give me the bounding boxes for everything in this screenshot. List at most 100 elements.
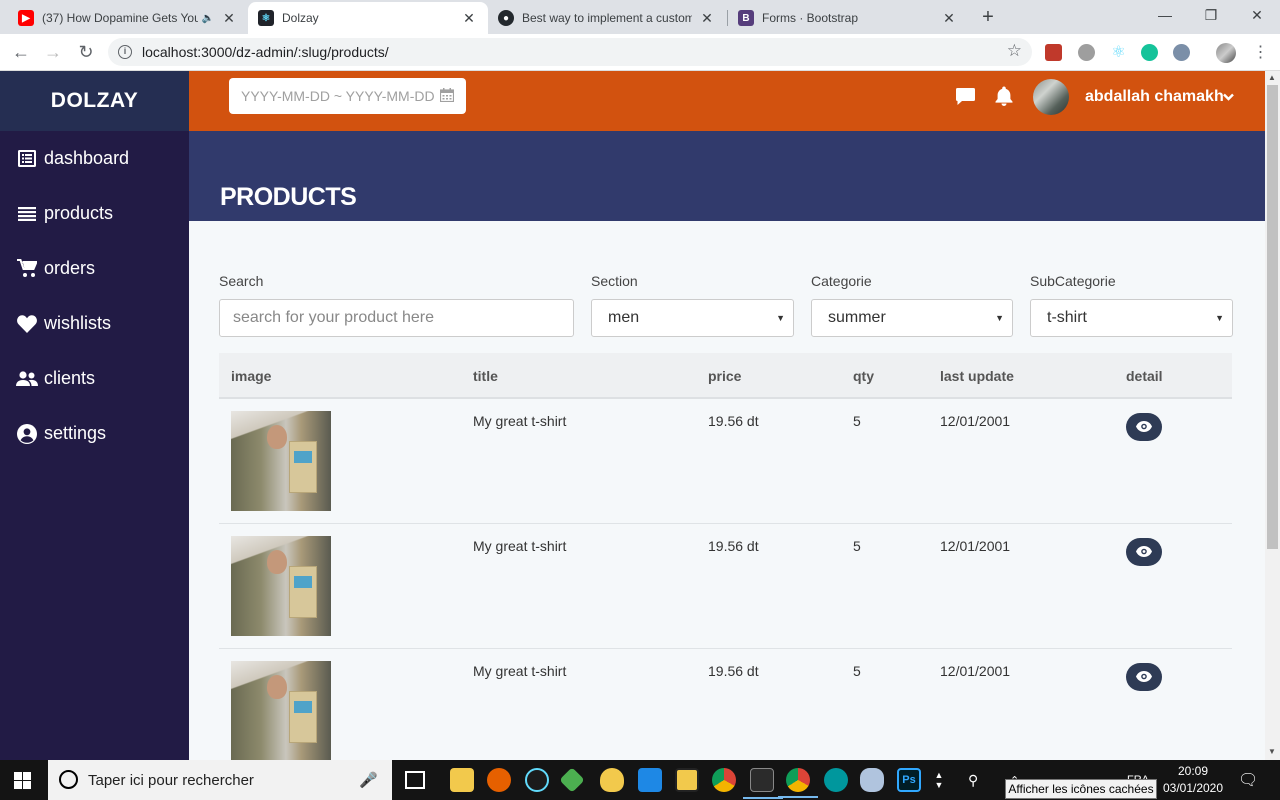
close-window-button[interactable]: ✕ (1234, 4, 1280, 28)
product-title: My great t-shirt (473, 413, 567, 429)
speaker-icon[interactable]: 🔈 (202, 13, 214, 24)
table-row[interactable]: My great t-shirt 19.56 dt 5 12/01/2001 (219, 399, 1232, 524)
user-circle-icon (16, 423, 38, 444)
taskbar-scroll[interactable]: ▲ ▼ (933, 760, 945, 800)
people-icon[interactable]: ⚲ (968, 760, 978, 800)
close-tab-icon[interactable]: ✕ (940, 10, 958, 27)
product-last-update: 12/01/2001 (940, 538, 1011, 554)
chrome-icon[interactable] (778, 768, 818, 798)
close-tab-icon[interactable]: ✕ (460, 10, 478, 27)
column-header-detail[interactable]: detail (1126, 368, 1163, 384)
table-row[interactable]: My great t-shirt 19.56 dt 5 12/01/2001 (219, 524, 1232, 649)
new-tab-button[interactable]: + (978, 5, 998, 29)
product-title: My great t-shirt (473, 538, 567, 554)
app-icon[interactable] (559, 767, 585, 793)
subcategorie-select[interactable]: t-shirt ▼ (1030, 299, 1233, 337)
column-header-image[interactable]: image (231, 368, 271, 384)
system-clock[interactable]: 20:09 03/01/2020 (1162, 763, 1224, 797)
column-header-title[interactable]: title (473, 368, 498, 384)
sidebar-item-wishlists[interactable]: wishlists (0, 296, 189, 351)
product-qty: 5 (853, 413, 861, 429)
github-icon: ● (498, 10, 514, 26)
user-name[interactable]: abdallah chamakh (1085, 88, 1224, 106)
app-icon[interactable] (600, 768, 624, 792)
taskbar-search-box[interactable]: Taper ici pour rechercher 🎤 (48, 760, 392, 800)
eye-icon (1136, 544, 1152, 560)
browser-tab-github[interactable]: ● Best way to implement a custom ✕ (488, 2, 726, 34)
info-icon[interactable]: i (118, 45, 132, 59)
close-tab-icon[interactable]: ✕ (220, 10, 238, 27)
product-image[interactable] (231, 661, 331, 760)
chrome-canary-icon[interactable] (712, 768, 736, 792)
restore-button[interactable]: ❐ (1188, 4, 1234, 28)
notification-icon[interactable]: 🗨 (1238, 760, 1258, 800)
view-detail-button[interactable] (1126, 538, 1162, 566)
app-icon[interactable] (860, 768, 884, 792)
terminal-icon[interactable] (743, 768, 783, 799)
address-bar[interactable]: i localhost:3000/dz-admin/:slug/products… (108, 38, 1032, 66)
scroll-up-icon[interactable]: ▲ (1268, 73, 1276, 82)
extension-icon[interactable] (1173, 44, 1190, 61)
microphone-icon[interactable]: 🎤 (359, 771, 378, 789)
view-detail-button[interactable] (1126, 413, 1162, 441)
file-explorer-icon[interactable] (450, 768, 474, 792)
categorie-select[interactable]: summer ▼ (811, 299, 1013, 337)
firefox-icon[interactable] (487, 768, 511, 792)
view-detail-button[interactable] (1126, 663, 1162, 691)
taskbar-search-placeholder: Taper ici pour rechercher (88, 771, 254, 789)
menu-dots-icon[interactable]: ⋮ (1252, 44, 1269, 61)
dropdown-arrow-icon: ▼ (1215, 313, 1224, 323)
bell-icon[interactable] (995, 86, 1013, 109)
search-input[interactable]: search for your product here (219, 299, 574, 337)
browser-tab-bootstrap[interactable]: B Forms · Bootstrap ✕ (728, 2, 968, 34)
section-select[interactable]: men ▼ (591, 299, 794, 337)
search-label: Search (219, 273, 264, 289)
date-range-picker[interactable]: YYYY-MM-DD ~ YYYY-MM-DD (229, 78, 466, 114)
sidebar-item-orders[interactable]: orders (0, 241, 189, 296)
sidebar-item-clients[interactable]: clients (0, 351, 189, 406)
page-scrollbar[interactable]: ▲ ▼ (1265, 71, 1280, 760)
grammarly-icon[interactable] (1141, 44, 1158, 61)
atom-icon[interactable] (525, 768, 549, 792)
user-avatar[interactable] (1033, 79, 1069, 115)
back-icon[interactable]: ← (10, 41, 32, 63)
product-image[interactable] (231, 411, 331, 511)
column-header-last-update[interactable]: last update (940, 368, 1014, 384)
column-header-qty[interactable]: qty (853, 368, 874, 384)
sidebar-item-products[interactable]: products (0, 186, 189, 241)
photoshop-icon[interactable]: Ps (897, 768, 921, 792)
forward-icon[interactable]: → (42, 41, 64, 63)
chevron-down-icon[interactable] (1223, 88, 1234, 104)
section-value: men (608, 309, 640, 326)
reload-icon[interactable]: ↻ (75, 41, 97, 63)
browser-tab-dolzay[interactable]: ⚛ Dolzay ✕ (248, 2, 488, 34)
arduino-icon[interactable] (824, 768, 848, 792)
windows-start-icon[interactable] (14, 772, 31, 789)
minimize-button[interactable]: — (1142, 4, 1188, 28)
sidebar-item-dashboard[interactable]: dashboard (0, 131, 189, 186)
sidebar-item-label: wishlists (44, 313, 112, 333)
task-view-icon[interactable] (405, 771, 425, 789)
bookmark-star-icon[interactable]: ☆ (1007, 41, 1022, 61)
app-icon[interactable] (675, 768, 699, 792)
table-row[interactable]: My great t-shirt 19.56 dt 5 12/01/2001 (219, 649, 1232, 760)
sidebar-item-settings[interactable]: settings (0, 406, 189, 461)
app-icon[interactable] (638, 768, 662, 792)
scroll-down-icon[interactable]: ▼ (1268, 747, 1276, 756)
extension-icon[interactable] (1078, 44, 1095, 61)
scrollbar-thumb[interactable] (1267, 85, 1278, 549)
message-icon[interactable] (956, 88, 975, 108)
users-icon (16, 369, 38, 389)
close-tab-icon[interactable]: ✕ (698, 10, 716, 27)
categorie-label: Categorie (811, 273, 872, 289)
brand-logo[interactable]: DOLZAY (0, 71, 189, 131)
product-image[interactable] (231, 536, 331, 636)
section-label: Section (591, 273, 638, 289)
extension-icon[interactable] (1045, 44, 1062, 61)
browser-toolbar: ← → ↻ i localhost:3000/dz-admin/:slug/pr… (0, 34, 1280, 71)
profile-avatar[interactable] (1216, 43, 1236, 63)
subcategorie-label: SubCategorie (1030, 273, 1116, 289)
react-devtools-icon[interactable]: ⚛ (1110, 44, 1127, 61)
browser-tab-youtube[interactable]: ▶ (37) How Dopamine Gets You 🔈 ✕ (8, 2, 248, 34)
column-header-price[interactable]: price (708, 368, 741, 384)
